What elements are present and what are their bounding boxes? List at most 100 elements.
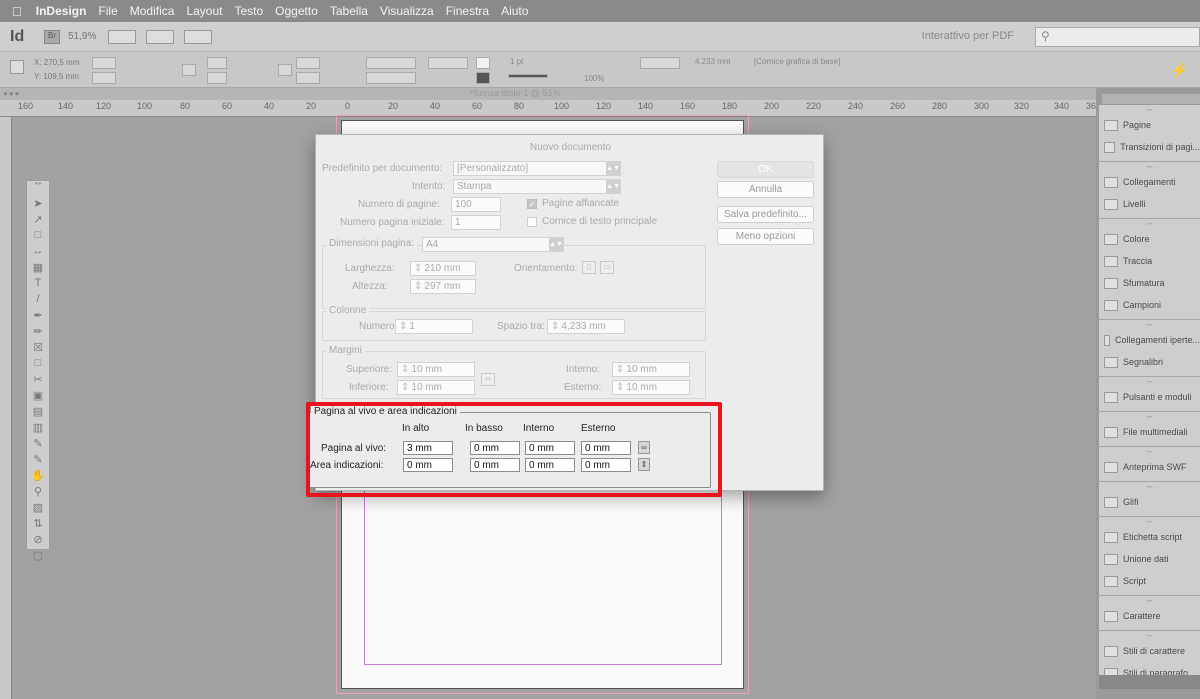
reference-point-icon[interactable] <box>10 60 24 74</box>
stepper-icon[interactable]: ⇕ <box>414 281 422 292</box>
search-field[interactable]: ⚲ <box>1035 27 1200 47</box>
gutter-input[interactable]: ⇕ 4,233 mm <box>547 319 625 334</box>
document-tab-title[interactable]: *Senza titolo-1 @ 51% <box>470 88 561 98</box>
slug-inside-input[interactable]: 0 mm <box>525 458 575 472</box>
panel-stili-carattere[interactable]: Stili di carattere <box>1099 640 1200 662</box>
panel-unione-dati[interactable]: Unione dati <box>1099 548 1200 570</box>
bleed-bottom-input[interactable]: 0 mm <box>470 441 520 455</box>
menu-tabella[interactable]: Tabella <box>330 4 368 18</box>
free-transform-tool-icon[interactable]: ▣ <box>27 389 49 405</box>
fitting-buttons[interactable] <box>640 57 680 69</box>
zoom-level[interactable]: 51,9% <box>68 31 96 42</box>
panel-campioni[interactable]: Campioni <box>1099 294 1200 316</box>
panel-carattere[interactable]: Carattere <box>1099 605 1200 627</box>
slug-bottom-input[interactable]: 0 mm <box>470 458 520 472</box>
hand-tool-icon[interactable]: ✋ <box>27 469 49 485</box>
zoom-tool-icon[interactable]: ⚲ <box>27 485 49 501</box>
page-tool-icon[interactable]: □ <box>27 229 49 245</box>
content-collector-icon[interactable]: ▦ <box>27 261 49 277</box>
fill-stroke-icon[interactable]: ▨ <box>27 501 49 517</box>
stepper-icon[interactable]: ⇕ <box>414 263 422 274</box>
panel-collegamenti[interactable]: Collegamenti <box>1099 171 1200 193</box>
stroke-weight-field[interactable]: 1 pt <box>510 57 523 66</box>
rotation-angle-field[interactable] <box>296 57 320 69</box>
quick-apply-icon[interactable]: ⚡ <box>1171 62 1188 79</box>
outside-margin-input[interactable]: ⇕ 10 mm <box>612 380 690 395</box>
intent-select[interactable]: Stampa ▲▼ <box>453 179 621 194</box>
panel-pulsanti-moduli[interactable]: Pulsanti e moduli <box>1099 386 1200 408</box>
primary-text-frame-checkbox[interactable]: Cornice di testo principale <box>527 216 657 227</box>
panel-collegamenti-ipertestuali[interactable]: Collegamenti iperte... <box>1099 329 1200 351</box>
panel-colore[interactable]: Colore <box>1099 228 1200 250</box>
pen-tool-icon[interactable]: ✒ <box>27 309 49 325</box>
fewer-options-button[interactable]: Meno opzioni <box>717 228 814 245</box>
flip-tools[interactable] <box>366 72 416 84</box>
start-page-input[interactable]: 1 <box>451 215 501 230</box>
rectangle-tool-icon[interactable]: □ <box>27 357 49 373</box>
shear-angle-field[interactable] <box>296 72 320 84</box>
num-pages-input[interactable]: 100 <box>451 197 501 212</box>
menu-file[interactable]: File <box>98 4 117 18</box>
panel-segnalibri[interactable]: Segnalibri <box>1099 351 1200 373</box>
panel-glifi[interactable]: Glifi <box>1099 491 1200 513</box>
apple-menu-icon[interactable]:  <box>12 4 22 19</box>
stroke-swatch[interactable] <box>476 72 490 84</box>
y-position-field[interactable]: Y: 109,5 mm <box>34 72 79 81</box>
menu-app-name[interactable]: InDesign <box>36 4 87 18</box>
bottom-margin-input[interactable]: ⇕ 10 mm <box>397 380 475 395</box>
stepper-icon[interactable]: ⇕ <box>551 321 559 332</box>
save-preset-button[interactable]: Salva predefinito... <box>717 206 814 223</box>
window-controls-icon[interactable]: ●●● <box>3 89 21 98</box>
panel-script[interactable]: Script <box>1099 570 1200 592</box>
rectangle-frame-tool-icon[interactable]: ☒ <box>27 341 49 357</box>
line-tool-icon[interactable]: / <box>27 293 49 309</box>
panel-file-multimediali[interactable]: File multimediali <box>1099 421 1200 443</box>
panel-pagine[interactable]: Pagine <box>1099 114 1200 136</box>
workspace-switcher[interactable]: Interattivo per PDF <box>922 30 1014 42</box>
bleed-inside-input[interactable]: 0 mm <box>525 441 575 455</box>
note-tool-icon[interactable]: ✎ <box>27 437 49 453</box>
view-options-button[interactable] <box>108 29 137 44</box>
eyedropper-tool-icon[interactable]: ✎ <box>27 453 49 469</box>
menu-modifica[interactable]: Modifica <box>130 4 175 18</box>
stepper-icon[interactable]: ⇕ <box>399 321 407 332</box>
height-input[interactable]: ⇕ 297 mm <box>410 279 476 294</box>
menu-oggetto[interactable]: Oggetto <box>275 4 318 18</box>
width-input[interactable]: ⇕ 210 mm <box>410 261 476 276</box>
height-field[interactable] <box>92 72 116 84</box>
slug-outside-input[interactable]: 0 mm <box>581 458 631 472</box>
menu-layout[interactable]: Layout <box>186 4 222 18</box>
panel-traccia[interactable]: Traccia <box>1099 250 1200 272</box>
menu-aiuto[interactable]: Aiuto <box>501 4 528 18</box>
gap-field[interactable]: 4,233 mm <box>695 57 731 66</box>
slug-top-input[interactable]: 0 mm <box>403 458 453 472</box>
stepper-icon[interactable]: ⇕ <box>616 382 624 393</box>
gradient-swatch-tool-icon[interactable]: ▤ <box>27 405 49 421</box>
scale-x-field[interactable] <box>207 57 227 69</box>
bleed-outside-input[interactable]: 0 mm <box>581 441 631 455</box>
preset-select[interactable]: [Personalizzato] ▲▼ <box>453 161 621 176</box>
select-container-tools[interactable] <box>428 57 468 69</box>
panel-dock-collapse-bar[interactable] <box>1102 94 1200 104</box>
stepper-icon[interactable]: ⇕ <box>616 364 624 375</box>
x-position-field[interactable]: X: 270,5 mm <box>34 58 79 67</box>
constrain-proportions-button[interactable] <box>182 64 196 76</box>
scissors-tool-icon[interactable]: ✂ <box>27 373 49 389</box>
panel-sfumatura[interactable]: Sfumatura <box>1099 272 1200 294</box>
ok-button[interactable]: OK <box>717 161 814 178</box>
rotate-button[interactable] <box>278 64 292 76</box>
portrait-orientation-icon[interactable]: ▯ <box>582 261 596 274</box>
top-margin-input[interactable]: ⇕ 10 mm <box>397 362 475 377</box>
menu-visualizza[interactable]: Visualizza <box>380 4 434 18</box>
selection-tool-icon[interactable]: ➤ <box>27 197 49 213</box>
stepper-icon[interactable]: ⇕ <box>401 364 409 375</box>
direct-selection-tool-icon[interactable]: ↗ <box>27 213 49 229</box>
apply-none-icon[interactable]: ⊘ <box>27 533 49 549</box>
cancel-button[interactable]: Annulla <box>717 181 814 198</box>
link-margins-icon[interactable]: ∞ <box>481 373 495 386</box>
gradient-feather-tool-icon[interactable]: ▥ <box>27 421 49 437</box>
panel-etichetta-script[interactable]: Etichetta script <box>1099 526 1200 548</box>
type-tool-icon[interactable]: T <box>27 277 49 293</box>
landscape-orientation-icon[interactable]: ▭ <box>600 261 614 274</box>
fill-swatch[interactable] <box>476 57 490 69</box>
